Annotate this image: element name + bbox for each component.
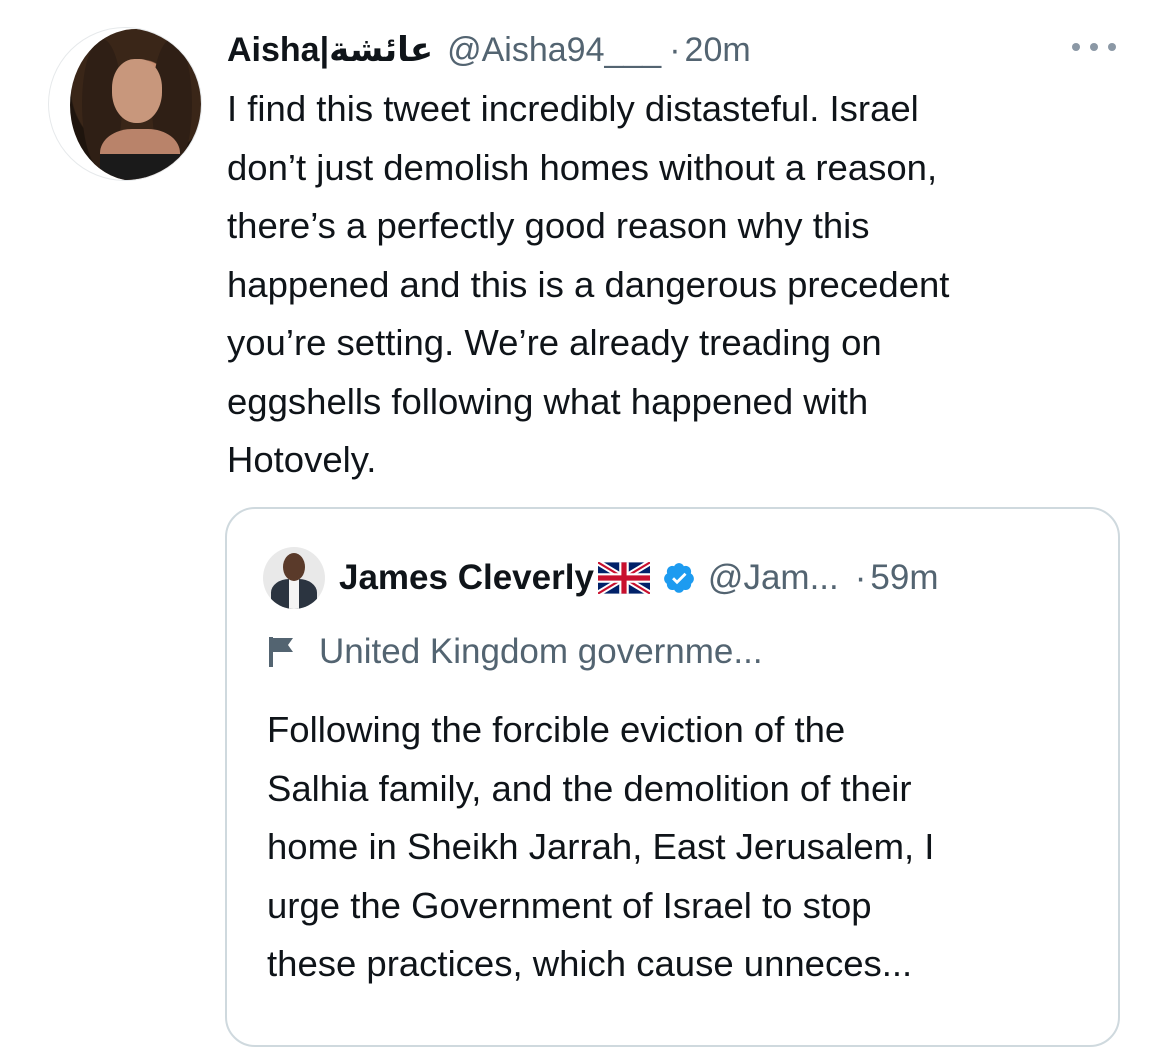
quoted-tweet-header: James Cleverly @Jam... · 59m — [339, 551, 939, 605]
avatar-photo — [70, 29, 201, 180]
quoted-separator-dot: · — [854, 558, 867, 597]
tweet-header: Aisha|عائشة @Aisha94___ · 20m — [227, 24, 751, 76]
separator-dot: · — [669, 30, 681, 69]
quoted-tweet-timestamp[interactable]: 59m — [870, 558, 938, 598]
uk-flag-icon — [597, 562, 650, 594]
author-display-name[interactable]: Aisha|عائشة — [227, 30, 433, 70]
author-handle[interactable]: @Aisha94___ — [447, 31, 661, 70]
avatar[interactable] — [48, 27, 202, 181]
quoted-author-display-name[interactable]: James Cleverly — [339, 558, 594, 598]
tweet-text: I find this tweet incredibly distasteful… — [227, 88, 950, 480]
more-options-icon[interactable] — [1072, 40, 1116, 54]
quoted-tweet[interactable]: James Cleverly @Jam... · 59m United King… — [225, 507, 1120, 1047]
quoted-tweet-text: Following the forcible eviction of the S… — [267, 709, 935, 984]
government-account-label[interactable]: United Kingdom governme... — [267, 627, 763, 677]
quoted-author-handle[interactable]: @Jam... — [708, 558, 839, 598]
label-text: United Kingdom governme... — [319, 632, 763, 671]
tweet-timestamp[interactable]: 20m — [685, 31, 751, 70]
quoted-avatar[interactable] — [263, 547, 325, 609]
verified-badge-icon — [664, 563, 694, 593]
flag-icon — [269, 637, 293, 667]
